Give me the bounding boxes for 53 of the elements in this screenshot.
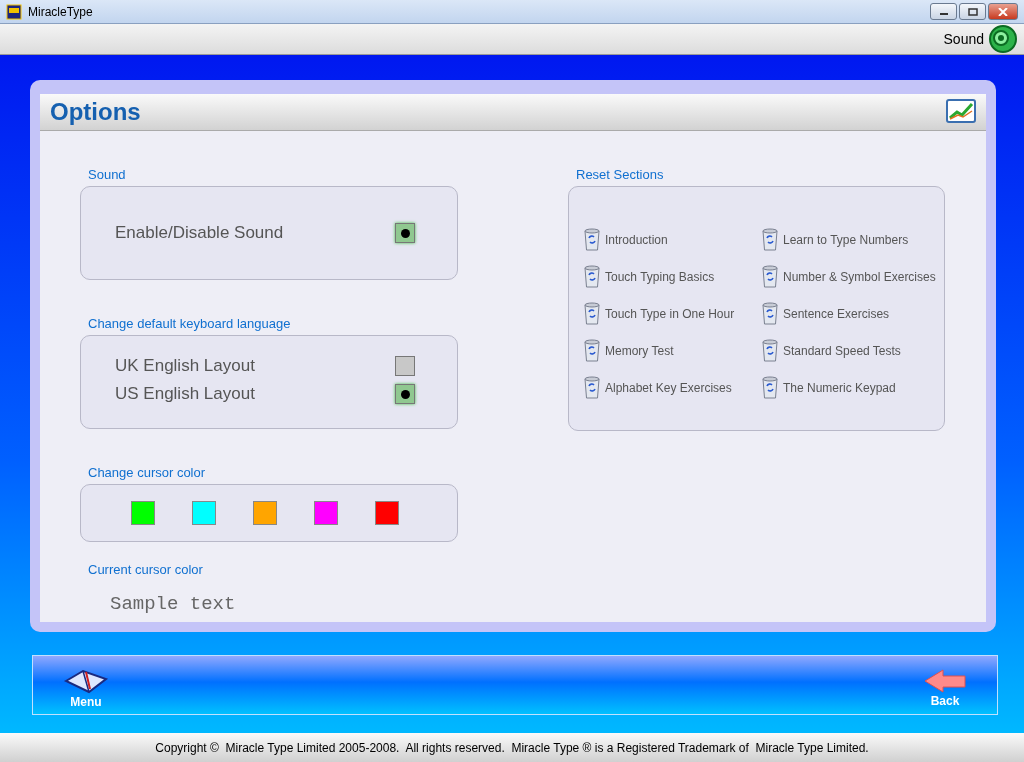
color-swatch[interactable]	[131, 501, 155, 525]
color-swatch[interactable]	[375, 501, 399, 525]
reset-section-link[interactable]: The Numeric Keypad	[783, 380, 896, 395]
trash-bin-icon[interactable]	[761, 338, 779, 363]
sample-text: Sample text	[110, 593, 237, 615]
color-swatch[interactable]	[192, 501, 216, 525]
reset-section-link[interactable]: Alphabet Key Exercises	[605, 380, 732, 395]
copyright-text: Copyright © Miracle Type Limited 2005-2008. All rights reserved. Miracle Type ® is a Registered Trademark of Miracle Type Limited.	[155, 740, 869, 755]
reset-section-link[interactable]: Introduction	[605, 232, 668, 247]
panel-title: Options	[50, 98, 141, 126]
color-swatch[interactable]	[253, 501, 277, 525]
section-heading: Reset Sections	[576, 167, 665, 182]
reset-section-link[interactable]: Learn to Type Numbers	[783, 232, 909, 247]
trash-bin-icon[interactable]	[583, 264, 601, 289]
trash-bin-icon[interactable]	[761, 375, 779, 400]
minimize-button[interactable]	[930, 3, 957, 20]
option-label: US English Layout	[115, 384, 255, 404]
back-label: Back	[930, 694, 960, 708]
radio-button[interactable]	[395, 384, 415, 404]
trash-bin-icon[interactable]	[583, 338, 601, 363]
chart-icon[interactable]	[946, 99, 976, 125]
reset-section-link[interactable]: Number & Symbol Exercises	[783, 269, 936, 284]
trash-bin-icon[interactable]	[761, 301, 779, 326]
reset-section-link[interactable]: Touch Type in One Hour	[605, 306, 735, 321]
color-swatch[interactable]	[314, 501, 338, 525]
close-icon	[998, 7, 1008, 16]
option-label: Enable/Disable Sound	[115, 223, 284, 243]
app-logo-icon	[6, 3, 22, 20]
maximize-button[interactable]	[959, 3, 986, 20]
window-title: MiracleType	[28, 4, 93, 19]
reset-section-link[interactable]: Memory Test	[605, 343, 674, 358]
checkbox[interactable]	[395, 223, 415, 243]
close-button[interactable]	[988, 3, 1018, 20]
speaker-icon[interactable]	[988, 24, 1018, 54]
restore-icon	[967, 7, 978, 16]
section-heading: Current cursor color	[88, 562, 204, 577]
trash-bin-icon[interactable]	[761, 264, 779, 289]
reset-section-link[interactable]: Standard Speed Tests	[783, 343, 901, 358]
reset-section-link[interactable]: Sentence Exercises	[783, 306, 890, 321]
trash-bin-icon[interactable]	[761, 227, 779, 252]
section-heading: Sound	[88, 167, 127, 182]
section-heading: Change cursor color	[88, 465, 207, 480]
menu-label: Menu	[70, 695, 102, 709]
trash-bin-icon[interactable]	[583, 227, 601, 252]
radio-button[interactable]	[395, 356, 415, 376]
option-label: UK English Layout	[115, 356, 255, 376]
trash-bin-icon[interactable]	[583, 301, 601, 326]
left-arrow-icon	[923, 668, 967, 694]
section-heading: Change default keyboard language	[88, 316, 292, 331]
reset-section-link[interactable]: Touch Typing Basics	[605, 269, 715, 284]
trash-bin-icon[interactable]	[583, 375, 601, 400]
sound-label: Sound	[943, 31, 984, 47]
book-icon	[63, 667, 109, 695]
